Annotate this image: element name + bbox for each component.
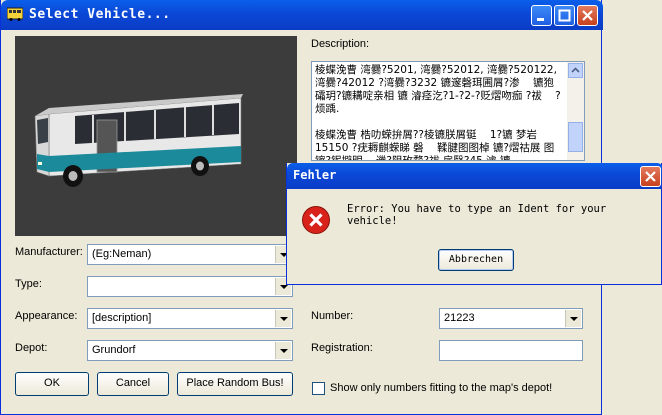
type-combo[interactable] — [87, 276, 293, 297]
manufacturer-value: (Eg:Neman) — [92, 248, 152, 260]
depot-label: Depot: — [15, 342, 48, 354]
number-value: 21223 — [444, 312, 475, 324]
appearance-label: Appearance: — [15, 310, 78, 322]
abbrechen-button[interactable]: Abbrechen — [438, 249, 514, 271]
minimize-icon — [537, 18, 544, 21]
error-dialog-titlebar[interactable]: Fehler — [287, 163, 662, 189]
description-text: 棱蝶浼曹 湾爨?5201, 湾爨?52012, 湾爨?520122, 湾爨?42… — [315, 64, 561, 161]
cancel-button[interactable]: Cancel — [97, 372, 169, 396]
close-button[interactable] — [577, 5, 598, 26]
maximize-button[interactable] — [554, 5, 575, 26]
bus-app-icon — [7, 7, 23, 21]
manufacturer-label: Manufacturer: — [15, 246, 83, 258]
description-label: Description: — [311, 38, 370, 50]
maximize-icon — [558, 9, 571, 22]
type-label: Type: — [15, 278, 42, 290]
window-titlebar[interactable]: Select Vehicle... — [1, 0, 603, 30]
depot-value: Grundorf — [92, 344, 136, 356]
appearance-value: [description] — [92, 312, 152, 324]
error-dialog: Fehler Error: You have to type an Ident … — [286, 163, 662, 285]
error-dialog-close-button[interactable] — [640, 166, 661, 187]
depot-filter-label[interactable]: Show only numbers fitting to the map's d… — [330, 382, 552, 394]
ok-button[interactable]: OK — [15, 372, 89, 396]
registration-input[interactable] — [439, 340, 583, 361]
chevron-down-icon[interactable] — [275, 342, 291, 359]
scroll-thumb[interactable] — [568, 122, 583, 152]
bus-3d-image — [34, 94, 243, 187]
error-icon — [302, 206, 330, 234]
close-icon — [645, 171, 656, 182]
error-dialog-title: Fehler — [293, 168, 337, 182]
description-textarea[interactable]: 棱蝶浼曹 湾爨?5201, 湾爨?52012, 湾爨?520122, 湾爨?42… — [311, 61, 585, 161]
chevron-down-icon[interactable] — [275, 310, 291, 327]
registration-label: Registration: — [311, 342, 373, 354]
depot-filter-checkbox[interactable] — [312, 382, 325, 395]
manufacturer-combo[interactable]: (Eg:Neman) — [87, 244, 293, 265]
minimize-button[interactable] — [531, 5, 552, 26]
place-random-bus-button[interactable]: Place Random Bus! — [177, 372, 293, 396]
number-label: Number: — [311, 310, 354, 322]
error-message: Error: You have to type an Ident for you… — [347, 203, 607, 227]
window-title: Select Vehicle... — [29, 7, 171, 22]
appearance-combo[interactable]: [description] — [87, 308, 293, 329]
vehicle-preview — [15, 36, 297, 236]
chevron-down-icon[interactable] — [565, 310, 581, 327]
close-icon — [582, 10, 593, 21]
description-scrollbar[interactable] — [567, 62, 584, 160]
depot-combo[interactable]: Grundorf — [87, 340, 293, 361]
scroll-up-icon[interactable] — [568, 63, 583, 78]
number-combo[interactable]: 21223 — [439, 308, 583, 329]
